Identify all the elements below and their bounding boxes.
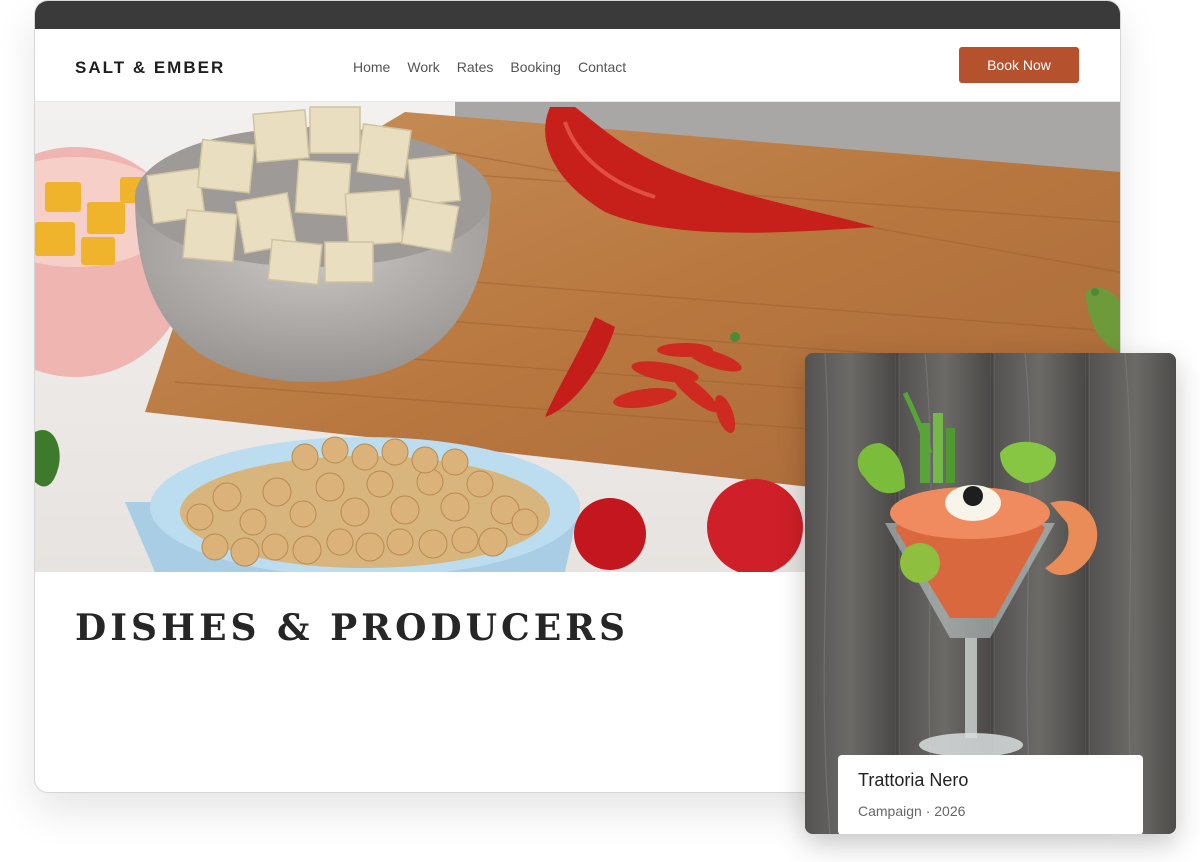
- nav-link-home[interactable]: Home: [353, 59, 390, 75]
- nav-link-work[interactable]: Work: [407, 59, 439, 75]
- site-header: SALT & EMBER Home Work Rates Booking Con…: [35, 29, 1120, 102]
- nav-link-booking[interactable]: Booking: [510, 59, 561, 75]
- site-logo[interactable]: SALT & EMBER: [75, 58, 225, 78]
- feature-card[interactable]: Trattoria Nero Campaign · 2026: [805, 353, 1176, 834]
- section-heading: DISHES & PRODUCERS: [75, 607, 630, 649]
- card-subtitle: Campaign · 2026: [858, 803, 966, 819]
- main-nav: Home Work Rates Booking Contact: [353, 59, 626, 75]
- card-title[interactable]: Trattoria Nero: [858, 770, 968, 791]
- nav-link-contact[interactable]: Contact: [578, 59, 626, 75]
- nav-link-rates[interactable]: Rates: [457, 59, 494, 75]
- card-caption: Trattoria Nero Campaign · 2026: [838, 755, 1143, 834]
- window-titlebar: [35, 1, 1120, 29]
- book-now-button[interactable]: Book Now: [959, 47, 1079, 83]
